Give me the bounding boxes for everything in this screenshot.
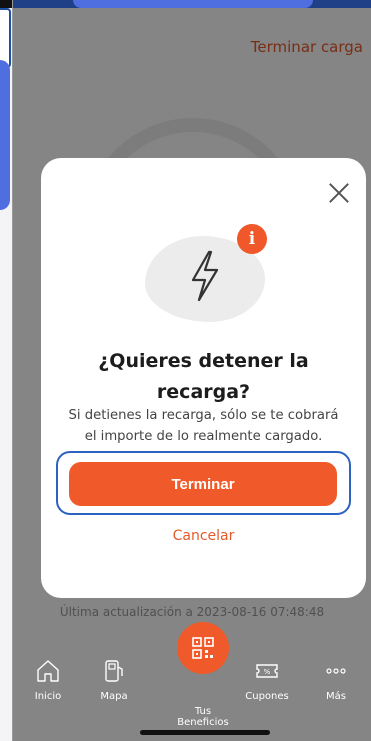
- nav-item-mapa[interactable]: Mapa: [79, 658, 149, 702]
- qr-code-icon: [192, 637, 214, 659]
- left-strip-blue-box: [0, 8, 11, 68]
- dialog-title-line-2: recarga?: [156, 381, 251, 403]
- dialog-message-line-2: el importe de lo realmente cargado.: [84, 429, 323, 444]
- nav-item-tus-beneficios[interactable]: Tus Beneficios: [168, 706, 238, 728]
- nav-item-inicio[interactable]: Inicio: [13, 658, 83, 702]
- charger-map-icon: [105, 660, 123, 682]
- left-strip-blue-shape: [0, 60, 10, 210]
- app-screen: Terminar carga Última actualización a 20…: [13, 0, 371, 741]
- stop-charging-dialog: i ¿Quieres detener la recarga? Si detien…: [41, 158, 366, 598]
- nav-label-mapa: Mapa: [100, 691, 128, 702]
- nav-label-cupones: Cupones: [245, 691, 289, 702]
- bottom-navigation: Inicio Mapa Tus Beneficios % Cupones Más: [13, 622, 371, 741]
- close-icon[interactable]: [326, 180, 352, 206]
- dialog-message-line-1: Si detienes la recarga, sólo se te cobra…: [68, 408, 339, 423]
- info-badge-icon: i: [237, 224, 267, 254]
- top-status-bar: [13, 0, 371, 8]
- left-strip-top: [0, 0, 12, 8]
- lightning-bolt-icon: [191, 250, 219, 302]
- home-indicator: [140, 730, 270, 735]
- dialog-title-line-1: ¿Quieres detener la: [98, 350, 309, 372]
- nav-label-inicio: Inicio: [34, 691, 62, 702]
- home-icon: [37, 660, 59, 682]
- dialog-title: ¿Quieres detener la recarga?: [41, 346, 366, 408]
- nav-item-mas[interactable]: Más: [301, 658, 371, 702]
- nav-item-cupones[interactable]: % Cupones: [232, 658, 302, 702]
- dialog-illustration: i: [145, 224, 267, 322]
- svg-text:%: %: [264, 668, 271, 676]
- terminar-button[interactable]: Terminar: [69, 462, 337, 506]
- qr-scan-button[interactable]: [177, 622, 229, 674]
- nav-label-mas: Más: [326, 691, 346, 702]
- nav-label-tus-beneficios: Tus Beneficios: [177, 706, 229, 728]
- more-dots-icon: [326, 668, 346, 674]
- left-window-strip: [0, 0, 12, 741]
- dialog-message: Si detienes la recarga, sólo se te cobra…: [55, 405, 352, 447]
- coupon-icon: %: [256, 664, 278, 678]
- cancelar-button[interactable]: Cancelar: [41, 528, 366, 544]
